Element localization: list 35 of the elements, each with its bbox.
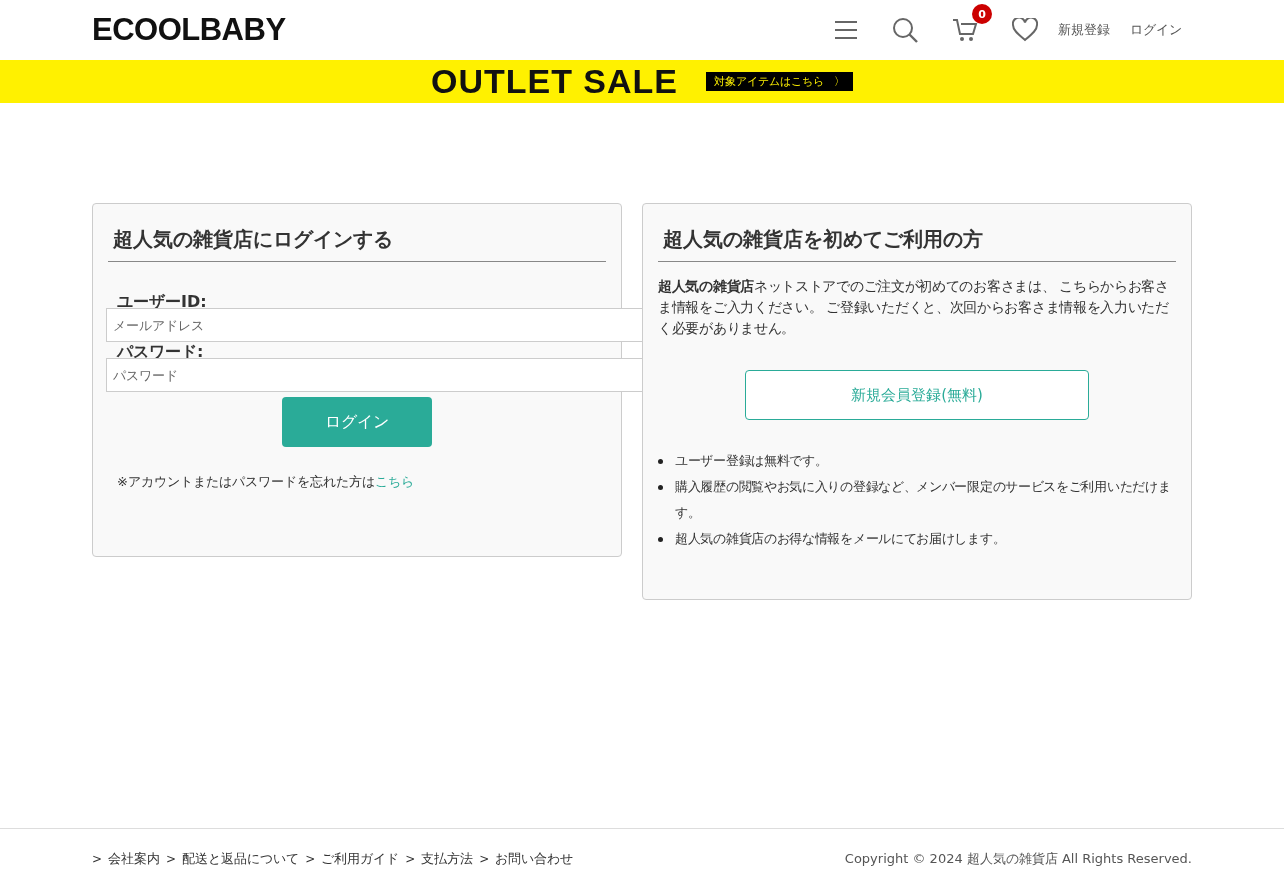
separator-mark: > [305,852,316,866]
card-title: 超人気の雑貨店にログインする [108,226,606,262]
header-link[interactable]: ログイン [1130,21,1182,39]
banner-cta[interactable]: 対象アイテムはこちら 〉 [706,72,854,91]
card-title: 超人気の雑貨店を初めてご利用の方 [658,226,1176,262]
separator-mark: > [92,852,103,866]
site-logo[interactable]: ECOOLBABY [92,12,286,48]
footer-link[interactable]: 配送と返品について [182,850,300,868]
email-field[interactable]: メールアドレス [106,308,643,342]
sale-banner[interactable]: OUTLET SALE 対象アイテムはこちら 〉 [0,60,1284,103]
bullet-icon [658,537,663,542]
bullet-icon [658,459,663,464]
search-icon[interactable] [892,17,918,43]
benefit-text: ユーザー登録は無料です。 [675,452,828,470]
bullet-icon [658,485,663,490]
benefit-text: 超人気の雑貨店のお得な情報をメールにてお届けします。 [675,530,1006,548]
footer-link[interactable]: お問い合わせ [495,850,574,868]
copyright-text: Copyright © 2024 超人気の雑貨店 All Rights Reserved. [844,850,1192,868]
cart-count-badge: 0 [972,4,992,24]
benefit-text: 購入履歴の閲覧やお気に入りの登録など、メンバー限定のサービスをご利用いただけます。 [675,478,1172,522]
separator-mark: > [166,852,177,866]
header-link[interactable]: 新規登録 [1058,21,1110,39]
forgot-password-text: ※アカウントまたはパスワードを忘れた方はこちら [117,473,415,491]
footer-link[interactable]: 支払方法 [421,850,474,868]
separator-mark: > [405,852,416,866]
menu-icon[interactable] [834,20,858,40]
cart-icon[interactable] [952,18,978,42]
banner-title: OUTLET SALE [430,62,679,101]
footer-link[interactable]: 会社案内 [108,850,161,868]
register-description: 超人気の雑貨店ネットストアでのご注文が初めてのお客さまは、 こちらからお客さま情報をご入力ください。 ご登録いただくと、次回からお客さま情報を入力いただく必要がありません。 [658,277,1170,338]
field-label: パスワード: [115,342,205,358]
separator-mark: > [479,852,490,866]
password-field[interactable]: パスワード [106,358,643,392]
heart-icon[interactable] [1012,18,1038,42]
footer-link[interactable]: ご利用ガイド [321,850,400,868]
